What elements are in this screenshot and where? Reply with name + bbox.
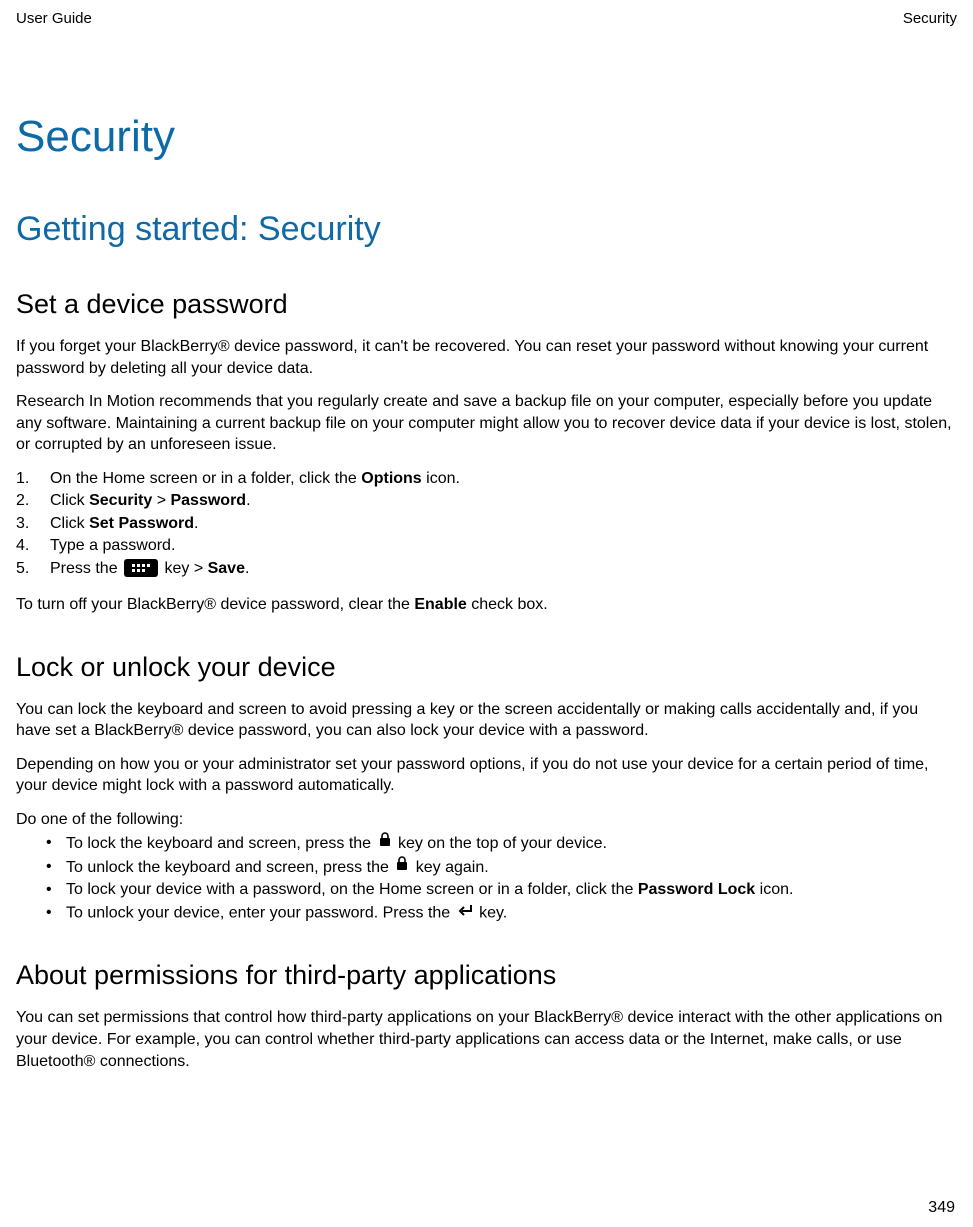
enter-key-icon [457,902,473,924]
list-item: Click Set Password. [16,513,957,535]
bullet-list: To lock the keyboard and screen, press t… [16,832,957,924]
lock-unlock-heading: Lock or unlock your device [16,652,957,683]
page-title: Security [16,112,957,162]
body-paragraph: To turn off your BlackBerry® device pass… [16,594,957,616]
menu-key-icon [124,559,158,577]
body-paragraph: You can set permissions that control how… [16,1007,957,1072]
steps-list: On the Home screen or in a folder, click… [16,468,957,580]
lock-key-icon [395,856,409,879]
body-paragraph: Research In Motion recommends that you r… [16,391,957,456]
permissions-heading: About permissions for third-party applic… [16,960,957,991]
set-device-password-heading: Set a device password [16,289,957,320]
page-header: User Guide Security [16,10,957,27]
page-number: 349 [928,1199,955,1217]
header-right: Security [903,10,957,27]
list-item: Click Security > Password. [16,490,957,512]
body-paragraph: If you forget your BlackBerry® device pa… [16,336,957,379]
lock-key-icon [378,832,392,855]
body-paragraph: Do one of the following: [16,809,957,831]
section-getting-started-heading: Getting started: Security [16,210,957,249]
list-item: To lock your device with a password, on … [16,879,957,901]
body-paragraph: Depending on how you or your administrat… [16,754,957,797]
list-item: To lock the keyboard and screen, press t… [16,832,957,855]
body-paragraph: You can lock the keyboard and screen to … [16,699,957,742]
list-item: To unlock the keyboard and screen, press… [16,856,957,879]
list-item: To unlock your device, enter your passwo… [16,902,957,925]
header-left: User Guide [16,10,92,27]
list-item: Press the key > Save. [16,558,957,580]
list-item: On the Home screen or in a folder, click… [16,468,957,490]
list-item: Type a password. [16,535,957,557]
